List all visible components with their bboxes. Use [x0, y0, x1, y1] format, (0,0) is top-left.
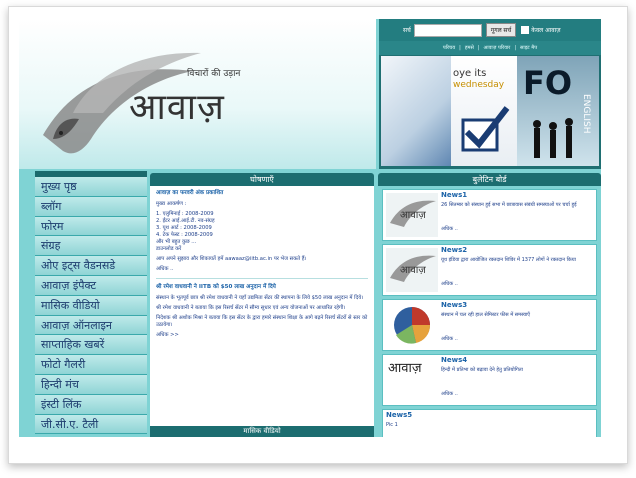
news-card: आवाज़ News2 यूथ इंडिया द्वारा आयोजित रक्…: [382, 244, 597, 296]
pie-chart-icon: [394, 307, 431, 344]
announcement-1-title[interactable]: आवाज़ का फरवरी अंक प्रकाशित: [156, 190, 368, 197]
announcement-2-title[interactable]: श्री रमेश वाधवानी ने IITB को $50 लाख अनु…: [156, 284, 368, 291]
announcement-2-paragraph: श्री रमेश वाधवानी ने बताया कि इस रिसर्च …: [156, 305, 346, 311]
announcement-1-more-link[interactable]: अधिक ..: [156, 266, 368, 273]
news-text: हिन्दी में प्रतिभा को बढ़ावा देने हेतु प…: [441, 367, 523, 373]
banner-line2: wednesday: [453, 80, 505, 90]
search-label: सर्च: [403, 27, 411, 34]
sidebar-item-weekly-news[interactable]: साप्ताहिक खबरें: [35, 335, 147, 356]
bulletin-title: बुलेटिन बोर्ड: [378, 173, 601, 186]
sidebar-item-monthly-video[interactable]: मासिक वीडियो: [35, 295, 147, 316]
announcement-1-point: और भी बहुत कुछ ...: [156, 239, 197, 245]
banner-photo-house: [381, 56, 451, 166]
aawaaz-only-label: केवल आवाज़: [531, 27, 561, 34]
announcement-1-point: 3. यूथ आर्ट : 2008-2009: [156, 225, 212, 231]
announcements-panel: घोषणाएँ आवाज़ का फरवरी अंक प्रकाशित मुख्…: [150, 173, 374, 437]
news-title[interactable]: News2: [441, 247, 467, 254]
news-card: News5 Pic 1: [382, 409, 597, 437]
announcement-2-more-link[interactable]: अधिक >>: [156, 332, 368, 339]
page: विचारों की उड़ान आवाज़ सर्च गूगल सर्च के…: [19, 19, 601, 437]
announcement-1-intro: मुख्य आकर्षण :: [156, 201, 187, 207]
news-title[interactable]: News4: [441, 357, 467, 364]
top-nav: परिचय | हमसे | आवाज़ परिवार | साइट मैप: [379, 41, 601, 55]
banner-line1: oye its: [453, 68, 487, 79]
news-thumbnail[interactable]: आवाज़: [386, 248, 438, 292]
checkmark-icon: [461, 106, 510, 152]
search-bar: सर्च गूगल सर्च केवल आवाज़: [379, 19, 601, 41]
announcement-2-paragraph: संस्थान के भूतपूर्व छात्र श्री रमेश वाधव…: [156, 295, 364, 301]
news-title[interactable]: News1: [441, 192, 467, 199]
news-thumbnail[interactable]: आवाज़: [386, 193, 438, 237]
announcement-1-note: आप अपने सुझाव और शिकायतें हमें aawaaz@ii…: [156, 256, 307, 262]
header-right: सर्च गूगल सर्च केवल आवाज़ परिचय | हमसे | आ…: [379, 19, 601, 169]
logo-text: आवाज़: [129, 87, 225, 128]
sidebar-item-insti-link[interactable]: इंस्टी लिंक: [35, 394, 147, 415]
news-title[interactable]: News3: [441, 302, 467, 309]
sidebar-item-blog[interactable]: ब्लॉग: [35, 196, 147, 217]
news-text: Pic 1: [386, 422, 398, 428]
news-more-link[interactable]: अधिक ..: [441, 226, 458, 233]
sidebar-item-hindi-manch[interactable]: हिन्दी मंच: [35, 374, 147, 395]
people-silhouette-icon: [533, 118, 573, 158]
google-search-button[interactable]: गूगल सर्च: [485, 23, 517, 37]
news-card: आवाज़ News1 26 सितम्बर को संस्थान हुई सभ…: [382, 189, 597, 241]
announcement-1-point: 1. एलुमिनाई : 2008-2009: [156, 211, 214, 217]
news-more-link[interactable]: अधिक ..: [441, 391, 458, 398]
announcement-1-point: 2. ईंटर आई.आई.टी. नव-संग्रह: [156, 218, 215, 224]
announcement-1-point: 4. टेक फेस्ट : 2008-2009: [156, 232, 213, 238]
nav-link-about[interactable]: हमसे: [465, 45, 474, 51]
news-thumbnail[interactable]: [386, 303, 438, 347]
aawaaz-only-checkbox[interactable]: [521, 26, 530, 34]
sidebar-item-archive[interactable]: संग्रह: [35, 236, 147, 257]
news-card: News3 संस्थान में चल रही हाल सेमिस्टर फी…: [382, 299, 597, 351]
thumb-logo-text: आवाज़: [388, 361, 422, 376]
tagline: विचारों की उड़ान: [187, 69, 241, 79]
thumb-logo-text: आवाज़: [400, 265, 426, 276]
news-more-link[interactable]: अधिक ..: [441, 336, 458, 343]
nav-link-family[interactable]: आवाज़ परिवार: [484, 45, 511, 51]
news-text: यूथ इंडिया द्वारा आयोजित रक्तदान शिविर म…: [441, 257, 576, 263]
news-card: आवाज़ News4 हिन्दी में प्रतिभा को बढ़ावा…: [382, 354, 597, 406]
sidebar-item-aawaaz-impact[interactable]: आवाज़ इंपैक्ट: [35, 275, 147, 296]
news-more-link[interactable]: अधिक ..: [441, 281, 458, 288]
sidebar-item-aawaaz-online[interactable]: आवाज़ ऑनलाइन: [35, 315, 147, 336]
announcements-body: आवाज़ का फरवरी अंक प्रकाशित मुख्य आकर्षण…: [150, 186, 374, 432]
news-text: 26 सितम्बर को संस्थान हुई सभा में छात्रा…: [441, 202, 577, 208]
download-link[interactable]: डाउनलोड करें: [156, 246, 368, 253]
divider: [156, 278, 368, 279]
nav-link-intro[interactable]: परिचय: [443, 45, 455, 51]
thumb-logo-text: आवाज़: [400, 210, 426, 221]
oye-its-wednesday-banner[interactable]: oye its wednesday FO ENGLISH: [381, 56, 599, 166]
search-input[interactable]: [413, 23, 482, 37]
sidebar-item-gc-tally[interactable]: जी.सी.ए. टैली: [35, 414, 147, 435]
nav-link-sitemap[interactable]: साइट मैप: [520, 45, 537, 51]
sidebar-item-home[interactable]: मुख्य पृष्ठ: [35, 177, 147, 197]
sidebar-item-forum[interactable]: फोरम: [35, 216, 147, 237]
bulletin-body: आवाज़ News1 26 सितम्बर को संस्थान हुई सभ…: [378, 186, 601, 437]
news-text: संस्थान में चल रही हाल सेमिस्टर फीस में …: [441, 312, 531, 318]
sidebar-menu: मुख्य पृष्ठ ब्लॉग फोरम संग्रह ओए इट्स वै…: [35, 171, 147, 437]
sidebar-item-photo-gallery[interactable]: फोटो गैलरी: [35, 355, 147, 375]
sidebar-item-oye-its-wednesday[interactable]: ओए इट्स वैडनसडे: [35, 256, 147, 276]
monthly-video-header: मासिक वीडियो: [150, 426, 374, 437]
announcement-2-paragraph: निदेशक श्री अशोक मिश्रा ने बताया कि इस स…: [156, 315, 368, 328]
bulletin-board-panel: बुलेटिन बोर्ड आवाज़ News1 26 सितम्बर को …: [378, 173, 601, 437]
announcements-title: घोषणाएँ: [150, 173, 374, 186]
news-title[interactable]: News5: [386, 412, 412, 419]
news-thumbnail[interactable]: आवाज़: [386, 358, 438, 402]
banner-vertical-text: ENGLISH: [581, 94, 591, 134]
banner-big-text: FO: [523, 64, 573, 102]
header-logo-area: विचारों की उड़ान आवाज़: [19, 19, 376, 169]
